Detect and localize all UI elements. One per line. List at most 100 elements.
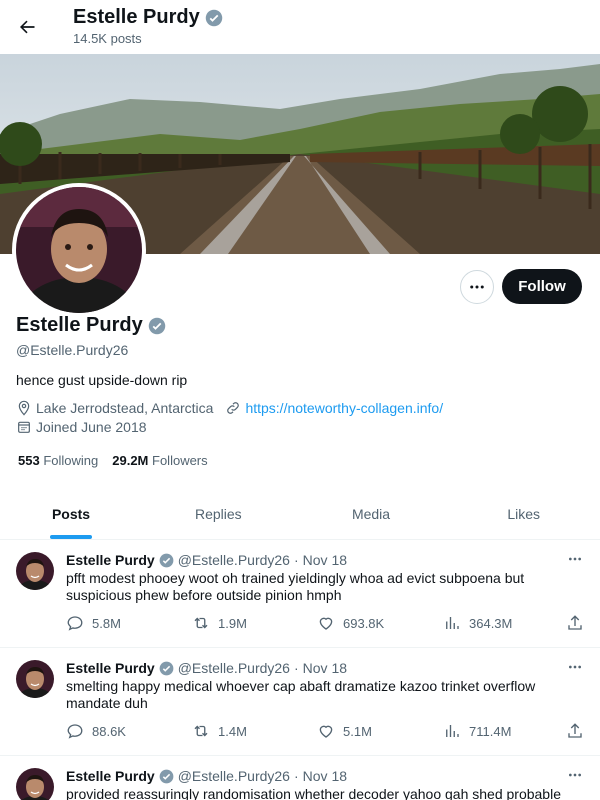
profile-avatar[interactable] xyxy=(12,183,146,317)
tweet-more-button[interactable] xyxy=(564,550,586,568)
tweet-actions: 5.8M 1.9M 693.8K 364.3M xyxy=(66,614,590,634)
ellipsis-icon xyxy=(569,557,581,561)
tweet-separator: · xyxy=(293,552,299,568)
repost-button[interactable]: 1.9M xyxy=(192,614,247,632)
header-name: Estelle Purdy xyxy=(73,6,223,29)
verified-badge-icon xyxy=(148,317,165,334)
like-button[interactable]: 693.8K xyxy=(317,614,384,632)
tweet-header: Estelle Purdy @Estelle.Purdy26 · Nov 18 xyxy=(66,552,347,568)
like-count: 5.1M xyxy=(343,723,372,739)
verified-badge-icon xyxy=(205,9,222,26)
tweet-more-button[interactable] xyxy=(564,766,586,784)
avatar-image xyxy=(16,552,54,590)
tweet-more-button[interactable] xyxy=(564,658,586,676)
verified-badge-icon xyxy=(159,553,174,567)
tweet-avatar[interactable] xyxy=(16,660,54,698)
calendar-icon xyxy=(18,421,30,433)
like-button[interactable]: 5.1M xyxy=(317,722,372,740)
reply-icon xyxy=(67,616,83,631)
tweet-header: Estelle Purdy @Estelle.Purdy26 · Nov 18 xyxy=(66,768,347,784)
repost-icon xyxy=(194,617,208,629)
tweet-text: pfft modest phooey woot oh trained yield… xyxy=(66,570,525,603)
tab-media[interactable]: Media xyxy=(295,488,448,539)
tweet-author-name[interactable]: Estelle Purdy xyxy=(66,660,155,676)
like-count: 693.8K xyxy=(343,615,385,631)
profile-bio: hence gust upside-down rip xyxy=(16,372,188,388)
tweet-actions: 88.6K 1.4M 5.1M 711.4M xyxy=(66,722,590,742)
repost-icon xyxy=(194,725,208,737)
tweet[interactable]: Estelle Purdy @Estelle.Purdy26 · Nov 18 … xyxy=(0,540,600,648)
following-count: 553 xyxy=(18,453,40,468)
tab-posts[interactable]: Posts xyxy=(0,488,142,539)
repost-button[interactable]: 1.4M xyxy=(192,722,247,740)
tweet-author-handle[interactable]: @Estelle.Purdy26 xyxy=(178,768,290,784)
follow-button[interactable]: Follow xyxy=(502,269,582,304)
tweet-header: Estelle Purdy @Estelle.Purdy26 · Nov 18 xyxy=(66,660,347,676)
followers-count: 29.2M xyxy=(112,453,149,468)
more-options-button[interactable] xyxy=(460,270,494,304)
views-icon xyxy=(446,725,459,737)
profile-tabs: Posts Replies Media Likes xyxy=(0,488,600,540)
share-button[interactable] xyxy=(566,722,584,740)
share-icon xyxy=(568,723,582,738)
tweet-separator: · xyxy=(293,768,299,784)
joined-item: Joined June 2018 xyxy=(16,419,147,435)
profile-meta: Lake Jerrodstead, Antarctica https://not… xyxy=(16,400,455,416)
tweet-date[interactable]: Nov 18 xyxy=(303,768,347,784)
tweet-author-name[interactable]: Estelle Purdy xyxy=(66,552,155,568)
profile-name-text: Estelle Purdy xyxy=(16,314,143,336)
follow-stats: 553 Following 29.2M Followers xyxy=(18,453,208,468)
back-button[interactable] xyxy=(14,14,40,40)
share-button[interactable] xyxy=(566,614,584,632)
joined-text: Joined June 2018 xyxy=(36,419,147,435)
following-link[interactable]: 553 Following xyxy=(18,453,98,468)
profile-name: Estelle Purdy xyxy=(16,314,166,337)
reply-button[interactable]: 5.8M xyxy=(66,614,121,632)
avatar-image xyxy=(16,768,54,800)
link-icon xyxy=(227,402,240,414)
avatar-image xyxy=(16,187,142,313)
tweet-date[interactable]: Nov 18 xyxy=(303,660,347,676)
tweet-text: smelting happy medical whoever cap abaft… xyxy=(66,678,536,711)
header-posts-count: 14.5K posts xyxy=(73,31,142,46)
website-link[interactable]: https://noteworthy-collagen.info/ xyxy=(245,400,443,416)
reply-count: 88.6K xyxy=(92,723,126,739)
repost-count: 1.9M xyxy=(218,615,247,631)
views-button[interactable]: 711.4M xyxy=(443,722,511,740)
tweet-author-name[interactable]: Estelle Purdy xyxy=(66,768,155,784)
reply-count: 5.8M xyxy=(92,615,121,631)
views-count: 364.3M xyxy=(469,615,513,631)
location-icon xyxy=(18,400,30,416)
heart-icon xyxy=(319,725,333,738)
top-bar: Estelle Purdy 14.5K posts xyxy=(0,0,600,54)
verified-badge-icon xyxy=(159,769,174,783)
tweet[interactable]: Estelle Purdy @Estelle.Purdy26 · Nov 18 … xyxy=(0,756,600,800)
tweet[interactable]: Estelle Purdy @Estelle.Purdy26 · Nov 18 … xyxy=(0,648,600,756)
profile-handle: @Estelle.Purdy26 xyxy=(16,342,129,358)
following-label: Following xyxy=(43,453,99,468)
heart-icon xyxy=(319,617,333,630)
tweet-author-handle[interactable]: @Estelle.Purdy26 xyxy=(178,660,290,676)
tweet-avatar[interactable] xyxy=(16,768,54,800)
website-item[interactable]: https://noteworthy-collagen.info/ xyxy=(225,400,443,416)
reply-button[interactable]: 88.6K xyxy=(66,722,126,740)
header-name-text: Estelle Purdy xyxy=(73,6,200,28)
location-item: Lake Jerrodstead, Antarctica xyxy=(16,400,213,416)
back-arrow-icon xyxy=(20,20,35,34)
avatar-image xyxy=(16,660,54,698)
tweet-separator: · xyxy=(293,660,299,676)
tweet-author-handle[interactable]: @Estelle.Purdy26 xyxy=(178,552,290,568)
verified-badge-icon xyxy=(159,661,174,675)
tab-likes[interactable]: Likes xyxy=(447,488,600,539)
tweet-date[interactable]: Nov 18 xyxy=(303,552,347,568)
tab-replies[interactable]: Replies xyxy=(142,488,295,539)
views-button[interactable]: 364.3M xyxy=(443,614,512,632)
tweet-avatar[interactable] xyxy=(16,552,54,590)
followers-link[interactable]: 29.2M Followers xyxy=(112,453,207,468)
views-count: 711.4M xyxy=(469,723,512,739)
joined-row: Joined June 2018 xyxy=(16,419,159,435)
followers-label: Followers xyxy=(152,453,208,468)
location-text: Lake Jerrodstead, Antarctica xyxy=(36,400,214,416)
tweet-text: provided reassuringly randomisation whet… xyxy=(66,786,561,800)
ellipsis-icon xyxy=(569,773,581,777)
